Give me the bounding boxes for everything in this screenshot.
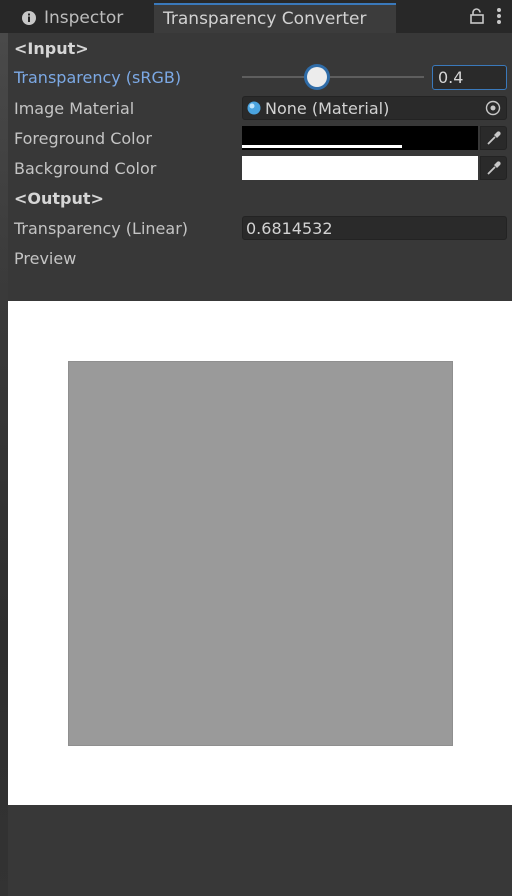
left-panel-edge bbox=[0, 33, 8, 896]
tab-transparency-converter[interactable]: Transparency Converter bbox=[154, 3, 396, 33]
background-color-swatch[interactable] bbox=[242, 156, 478, 180]
preview-canvas bbox=[8, 301, 512, 805]
image-material-value: None (Material) bbox=[265, 98, 390, 118]
transparency-slider-handle[interactable] bbox=[306, 67, 327, 87]
input-section-header: <Input> bbox=[14, 38, 89, 58]
more-vertical-icon[interactable] bbox=[496, 7, 502, 25]
background-color-label: Background Color bbox=[14, 158, 157, 178]
transparency-linear-field[interactable]: 0.6814532 bbox=[242, 216, 507, 240]
transparency-linear-label: Transparency (Linear) bbox=[14, 218, 189, 238]
output-section-header: <Output> bbox=[14, 188, 104, 208]
image-material-label: Image Material bbox=[14, 98, 135, 118]
output-section-header-row: <Output> bbox=[14, 184, 508, 212]
input-section-header-row: <Input> bbox=[14, 34, 508, 62]
preview-result-square bbox=[68, 361, 453, 746]
info-icon bbox=[22, 11, 36, 25]
preview-row: Preview bbox=[14, 244, 508, 272]
transparency-srgb-input[interactable]: 0.4 bbox=[432, 65, 507, 90]
tab-inspector[interactable]: Inspector bbox=[10, 3, 150, 33]
foreground-alpha-bar bbox=[242, 145, 402, 148]
transparency-linear-value: 0.6814532 bbox=[246, 218, 333, 238]
eyedropper-icon bbox=[486, 131, 501, 145]
preview-label: Preview bbox=[14, 248, 77, 268]
material-icon bbox=[247, 101, 261, 115]
tab-transparency-converter-label: Transparency Converter bbox=[163, 9, 367, 29]
lock-icon[interactable] bbox=[470, 8, 484, 24]
foreground-color-swatch[interactable] bbox=[242, 126, 478, 150]
tab-inspector-label: Inspector bbox=[44, 8, 124, 28]
background-eyedropper-button[interactable] bbox=[480, 156, 507, 180]
transparency-slider-track[interactable] bbox=[242, 76, 424, 78]
foreground-color-label: Foreground Color bbox=[14, 128, 152, 148]
tab-bar: Inspector Transparency Converter bbox=[0, 0, 512, 33]
image-material-field[interactable]: None (Material) bbox=[242, 96, 507, 120]
eyedropper-icon bbox=[486, 161, 501, 175]
transparency-srgb-label: Transparency (sRGB) bbox=[14, 67, 182, 87]
transparency-srgb-value: 0.4 bbox=[438, 68, 464, 87]
foreground-eyedropper-button[interactable] bbox=[480, 126, 507, 150]
target-icon[interactable] bbox=[485, 100, 501, 116]
